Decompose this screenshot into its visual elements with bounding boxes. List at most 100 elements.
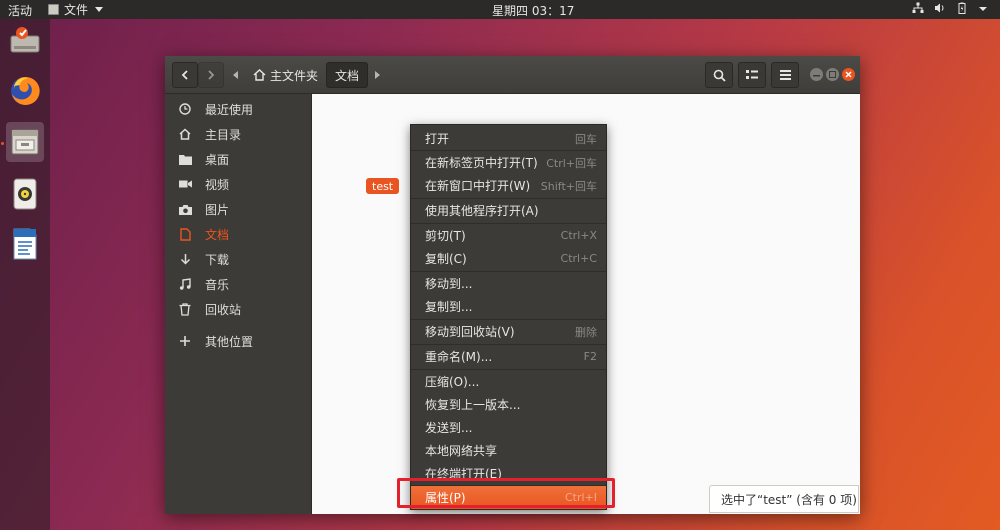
battery-icon[interactable] <box>956 2 968 14</box>
selection-status: 选中了“test” (含有 0 项) <box>709 485 859 513</box>
home-icon <box>179 128 191 140</box>
menu-item-label: 使用其他程序打开(A) <box>425 204 539 218</box>
menu-item-open-with[interactable]: 使用其他程序打开(A) <box>411 199 606 222</box>
clock[interactable]: 星期四 03：17 <box>492 2 574 19</box>
minimize-icon <box>813 75 820 77</box>
menu-item-accel: 回车 <box>575 132 597 146</box>
sidebar-item-label: 音乐 <box>205 277 230 292</box>
menu-item-restore-version[interactable]: 恢复到上一版本... <box>411 393 606 416</box>
files-app-icon <box>48 4 59 15</box>
path-scroll-right[interactable] <box>370 62 384 88</box>
sidebar-item-desktop[interactable]: 桌面 <box>165 147 312 171</box>
menu-item-cut[interactable]: 剪切(T) Ctrl+X <box>411 224 606 247</box>
menu-item-local-network-share[interactable]: 本地网络共享 <box>411 439 606 462</box>
menu-item-send-to[interactable]: 发送到... <box>411 416 606 439</box>
menu-item-accel: F2 <box>583 350 597 363</box>
menu-item-label: 在新窗口中打开(W) <box>425 179 531 193</box>
home-icon <box>253 69 266 81</box>
annotation-highlight-box <box>397 478 615 508</box>
sidebar-item-label: 桌面 <box>205 152 230 167</box>
menu-item-label: 恢复到上一版本... <box>425 398 521 412</box>
sidebar-item-home[interactable]: 主目录 <box>165 122 312 146</box>
menu-item-label: 本地网络共享 <box>425 444 498 458</box>
forward-button[interactable] <box>198 62 224 88</box>
search-icon <box>713 69 726 82</box>
rhythmbox-icon[interactable] <box>6 174 44 214</box>
network-icon[interactable] <box>912 2 924 14</box>
menu-item-label: 重命名(M)... <box>425 350 493 364</box>
system-tray[interactable] <box>912 2 990 14</box>
clock-icon <box>179 103 191 115</box>
video-icon <box>178 180 192 188</box>
menu-item-accel: Ctrl+C <box>560 252 597 265</box>
menu-item-accel: Ctrl+回车 <box>546 156 597 170</box>
sidebar-item-label: 图片 <box>205 202 230 217</box>
path-scroll-left[interactable] <box>229 62 243 88</box>
caret-down-icon <box>95 7 104 12</box>
sidebar-item-other-locations[interactable]: 其他位置 <box>165 329 312 353</box>
maximize-button[interactable] <box>826 68 839 81</box>
sidebar-item-label: 回收站 <box>205 302 242 317</box>
chevron-left-icon <box>181 70 188 80</box>
menu-item-label: 复制(C) <box>425 252 467 266</box>
sidebar-item-trash[interactable]: 回收站 <box>165 297 312 321</box>
context-menu: 打开 回车 在新标签页中打开(T) Ctrl+回车 在新窗口中打开(W) Shi… <box>410 124 607 510</box>
sidebar-item-label: 视频 <box>205 177 230 192</box>
menu-item-copy-to[interactable]: 复制到... <box>411 295 606 318</box>
sidebar-item-label: 最近使用 <box>205 102 254 117</box>
sidebar-item-label: 其他位置 <box>205 334 254 349</box>
breadcrumb-home[interactable]: 主文件夹 <box>245 62 326 88</box>
sidebar-item-label: 文档 <box>205 227 230 242</box>
menu-item-label: 复制到... <box>425 300 473 314</box>
search-button[interactable] <box>705 62 733 88</box>
sidebar-item-music[interactable]: 音乐 <box>165 272 312 296</box>
sidebar-item-documents[interactable]: 文档 <box>165 222 312 246</box>
folder-test-label[interactable]: test <box>366 178 400 194</box>
writer-icon[interactable] <box>6 224 44 264</box>
music-icon <box>179 278 191 290</box>
menu-item-move-to[interactable]: 移动到... <box>411 272 606 295</box>
installer-icon[interactable] <box>6 21 44 61</box>
sidebar-item-recent[interactable]: 最近使用 <box>165 97 312 121</box>
sidebar-item-pictures[interactable]: 图片 <box>165 197 312 221</box>
download-icon <box>180 253 190 265</box>
firefox-icon[interactable] <box>6 71 44 111</box>
hamburger-icon <box>779 70 791 80</box>
breadcrumb-documents[interactable]: 文档 <box>326 62 369 88</box>
caret-right-icon <box>375 71 380 79</box>
back-button[interactable] <box>172 62 198 88</box>
header-bar: 主文件夹 文档 <box>165 56 860 94</box>
menu-item-accel: Shift+回车 <box>540 179 597 193</box>
sidebar-item-downloads[interactable]: 下载 <box>165 247 312 271</box>
menu-item-open-new-window[interactable]: 在新窗口中打开(W) Shift+回车 <box>411 174 606 197</box>
close-button[interactable] <box>842 68 855 81</box>
activities-button[interactable]: 活动 <box>8 2 32 19</box>
top-panel: 活动 文件 星期四 03：17 <box>0 0 1000 19</box>
app-menu[interactable]: 文件 <box>48 1 104 18</box>
menu-item-move-to-trash[interactable]: 移动到回收站(V) 删除 <box>411 320 606 343</box>
menu-item-open-new-tab[interactable]: 在新标签页中打开(T) Ctrl+回车 <box>411 151 606 174</box>
maximize-icon <box>829 71 836 78</box>
menu-button[interactable] <box>771 62 799 88</box>
menu-item-compress[interactable]: 压缩(O)... <box>411 370 606 393</box>
volume-icon[interactable] <box>934 2 946 14</box>
menu-item-open[interactable]: 打开 回车 <box>411 127 606 150</box>
close-icon <box>845 71 852 78</box>
menu-item-rename[interactable]: 重命名(M)... F2 <box>411 345 606 368</box>
trash-icon <box>179 302 191 316</box>
menu-item-copy[interactable]: 复制(C) Ctrl+C <box>411 247 606 270</box>
window-controls <box>810 68 855 81</box>
places-sidebar: 最近使用 主目录 桌面 视频 图片 文档 下载 音乐 回收站 其他位置 <box>165 94 312 514</box>
sidebar-item-videos[interactable]: 视频 <box>165 172 312 196</box>
menu-item-label: 打开 <box>425 132 450 146</box>
menu-item-label: 在新标签页中打开(T) <box>425 156 538 170</box>
list-view-icon <box>746 70 758 79</box>
view-toggle-button[interactable] <box>738 62 766 88</box>
breadcrumb-documents-label: 文档 <box>335 68 360 83</box>
minimize-button[interactable] <box>810 68 823 81</box>
files-icon[interactable] <box>6 122 44 162</box>
menu-item-label: 压缩(O)... <box>425 375 480 389</box>
running-indicator <box>1 142 4 145</box>
power-menu-caret-icon[interactable] <box>978 2 990 14</box>
sidebar-item-label: 主目录 <box>205 127 242 142</box>
